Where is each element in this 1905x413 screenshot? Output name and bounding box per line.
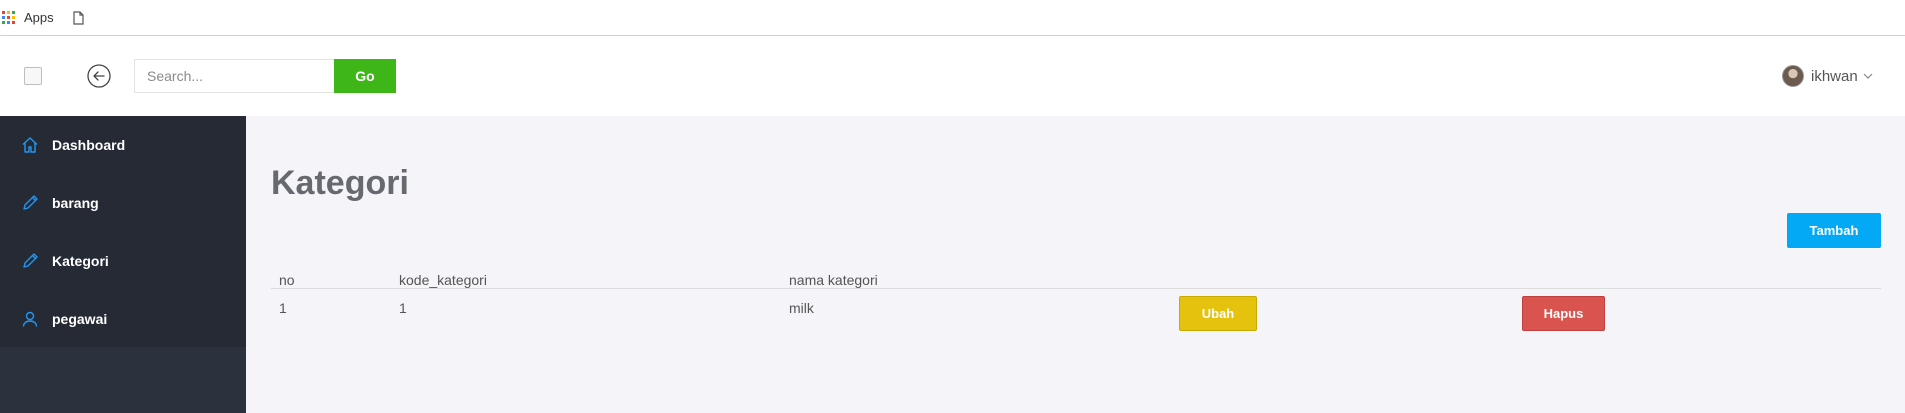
apps-grid-dot: [12, 15, 15, 19]
top-header: Go ikhwan: [0, 36, 1905, 116]
table-row: 1 1 milk Ubah Hapus: [271, 289, 1881, 333]
search-input[interactable]: [134, 59, 334, 93]
edit-button[interactable]: Ubah: [1179, 296, 1257, 331]
column-header-no: no: [279, 272, 295, 288]
user-name[interactable]: ikhwan: [1811, 68, 1858, 85]
sidebar-item-label: Dashboard: [52, 137, 126, 153]
column-header-nama-kategori: nama kategori: [789, 272, 878, 288]
avatar[interactable]: [1782, 65, 1804, 87]
column-header-kode-kategori: kode_kategori: [399, 272, 487, 288]
sidebar-item-barang[interactable]: barang: [0, 174, 246, 232]
cell-no: 1: [279, 300, 287, 316]
pencil-icon: [20, 193, 40, 213]
apps-grid-dot: [2, 10, 5, 14]
page-title: Kategori: [271, 164, 409, 202]
sidebar-item-dashboard[interactable]: Dashboard: [0, 116, 246, 174]
chevron-down-icon[interactable]: [1863, 73, 1873, 79]
apps-grid-dot: [2, 20, 5, 24]
main-content: Kategori Tambah no kode_kategori nama ka…: [246, 116, 1905, 413]
apps-grid-dot: [7, 20, 10, 24]
sidebar-item-kategori[interactable]: Kategori: [0, 232, 246, 290]
table-header-row: no kode_kategori nama kategori: [271, 252, 1881, 289]
apps-grid-dot: [2, 15, 5, 19]
apps-bookmark-label[interactable]: Apps: [24, 10, 54, 25]
back-arrow-icon[interactable]: [87, 64, 111, 88]
sidebar-item-pegawai[interactable]: pegawai: [0, 290, 246, 348]
apps-grid-dot: [12, 10, 15, 14]
cell-nama-kategori: milk: [789, 300, 814, 316]
apps-grid-dot: [12, 20, 15, 24]
add-button[interactable]: Tambah: [1787, 213, 1881, 248]
cell-kode-kategori: 1: [399, 300, 407, 316]
logo-image[interactable]: [24, 67, 42, 85]
sidebar-item-label: barang: [52, 195, 99, 211]
sidebar-nav: Dashboard barang Kategori pegawai: [0, 116, 246, 347]
pencil-icon: [20, 251, 40, 271]
apps-grid-dot: [7, 15, 10, 19]
sidebar: Dashboard barang Kategori pegawai: [0, 116, 246, 413]
sidebar-item-label: pegawai: [52, 311, 108, 327]
bookmarks-bar: Apps: [0, 0, 1905, 36]
go-button[interactable]: Go: [334, 59, 396, 93]
home-icon: [20, 135, 40, 155]
apps-grid-icon[interactable]: [2, 10, 16, 25]
kategori-table: no kode_kategori nama kategori 1 1 milk …: [271, 252, 1881, 333]
page-bookmark-icon[interactable]: [73, 10, 84, 25]
apps-grid-dot: [7, 10, 10, 14]
user-icon: [20, 309, 40, 329]
user-menu[interactable]: ikhwan: [1782, 64, 1873, 88]
delete-button[interactable]: Hapus: [1522, 296, 1605, 331]
sidebar-item-label: Kategori: [52, 253, 109, 269]
